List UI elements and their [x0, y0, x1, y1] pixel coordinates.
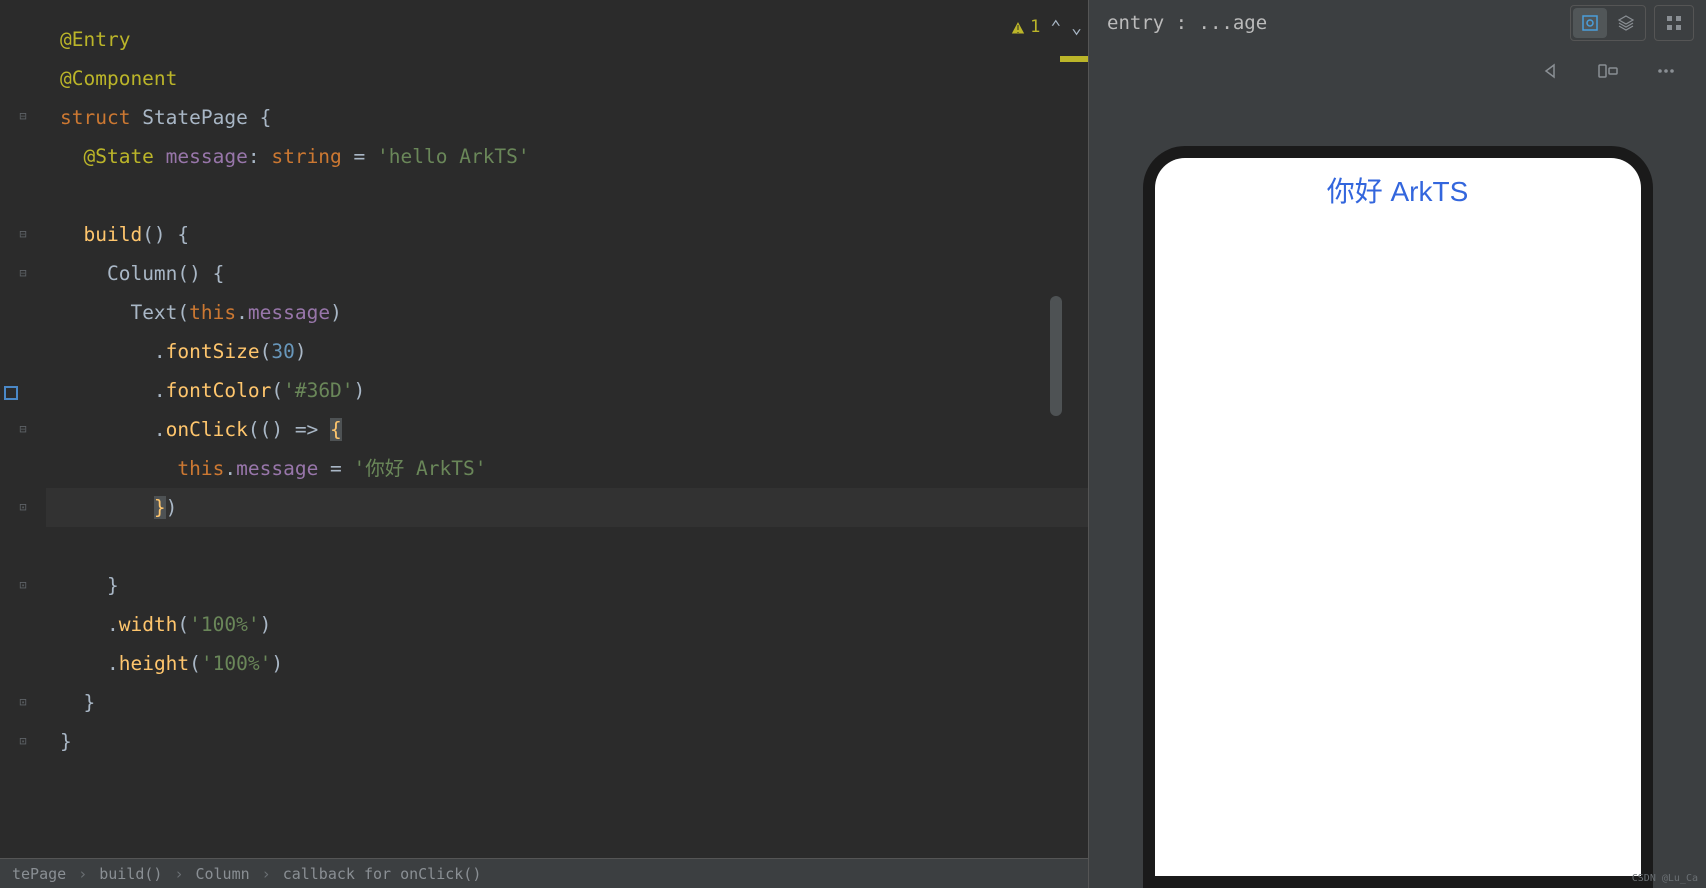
code-token: . — [224, 457, 236, 480]
code-token: . — [154, 379, 166, 402]
breakpoint-icon[interactable] — [4, 386, 18, 400]
code-token: . — [107, 652, 119, 675]
code-token: fontColor — [166, 379, 272, 402]
chevron-right-icon: › — [262, 865, 271, 883]
code-token: '#36D' — [283, 379, 353, 402]
inspector-button[interactable] — [1573, 8, 1607, 38]
triangle-left-icon — [1540, 61, 1560, 81]
code-token: } — [83, 691, 95, 714]
code-token: '100%' — [189, 613, 259, 636]
rotate-button[interactable] — [1590, 53, 1626, 89]
code-token: fontSize — [166, 340, 260, 363]
fold-icon[interactable]: ⊡ — [17, 696, 29, 708]
code-token: ( — [189, 652, 201, 675]
breadcrumb-item[interactable]: Column — [195, 865, 249, 883]
code-token: '100%' — [201, 652, 271, 675]
code-token: ) — [271, 652, 283, 675]
preview-text: 你好 ArkTS — [1327, 170, 1469, 876]
chevron-right-icon: › — [174, 865, 183, 883]
code-token: ) — [295, 340, 307, 363]
code-token: = — [318, 457, 353, 480]
back-button[interactable] — [1532, 53, 1568, 89]
device-frame: 你好 ArkTS — [1143, 146, 1653, 888]
chevron-right-icon: › — [78, 865, 87, 883]
code-editor[interactable]: @Entry @Component struct StatePage { @St… — [46, 0, 1088, 888]
code-token: () { — [177, 262, 224, 285]
more-button[interactable] — [1648, 53, 1684, 89]
code-token: { — [330, 418, 342, 441]
code-token: Text — [130, 301, 177, 324]
code-token: width — [119, 613, 178, 636]
code-token: ) — [330, 301, 342, 324]
grid-icon — [1665, 14, 1683, 32]
code-token: this — [189, 301, 236, 324]
layers-button[interactable] — [1609, 8, 1643, 38]
code-token: this — [177, 457, 224, 480]
code-token: ) — [354, 379, 366, 402]
breadcrumb-item[interactable]: tePage — [12, 865, 66, 883]
code-token: = — [342, 145, 377, 168]
fold-icon[interactable]: ⊟ — [17, 267, 29, 279]
code-editor-panel: ⊟ ⊟ ⊟ ⊟ 💡 ⊡ ⊡ ⊡ ⊡ @Entry @Component stru… — [0, 0, 1088, 888]
code-token: ( — [177, 301, 189, 324]
code-token: } — [107, 574, 119, 597]
grid-button[interactable] — [1657, 8, 1691, 38]
code-token: ) — [260, 613, 272, 636]
breadcrumb: tePage › build() › Column › callback for… — [0, 858, 1088, 888]
code-token: } — [60, 730, 72, 753]
inspector-icon — [1581, 14, 1599, 32]
watermark: CSDN @Lu_Ca — [1632, 873, 1698, 884]
code-token: () { — [142, 223, 189, 246]
code-token: build — [83, 223, 142, 246]
fold-icon[interactable]: ⊟ — [17, 228, 29, 240]
fold-icon[interactable]: ⊟ — [17, 423, 29, 435]
preview-title: entry : ...age — [1101, 12, 1562, 34]
code-token: . — [154, 340, 166, 363]
code-token: . — [236, 301, 248, 324]
code-token: string — [260, 145, 342, 168]
preview-header: entry : ...age — [1089, 0, 1706, 46]
fold-icon[interactable]: ⊟ — [17, 110, 29, 122]
code-token: '你好 ArkTS' — [354, 457, 487, 480]
code-token: StatePage — [142, 106, 248, 129]
layers-icon — [1617, 14, 1635, 32]
code-token: @Component — [60, 67, 177, 90]
code-token: Column — [107, 262, 177, 285]
rotate-device-icon — [1597, 61, 1619, 81]
code-token: } — [154, 496, 166, 519]
device-screen[interactable]: 你好 ArkTS — [1155, 158, 1641, 876]
code-token: . — [154, 418, 166, 441]
code-token: : — [248, 145, 260, 168]
fold-icon[interactable]: ⊡ — [17, 501, 29, 513]
code-token: (() => — [248, 418, 330, 441]
code-token: @Entry — [60, 28, 130, 51]
code-token: ( — [271, 379, 283, 402]
code-token: struct — [60, 106, 130, 129]
code-token: ( — [260, 340, 272, 363]
code-token: height — [119, 652, 189, 675]
code-token: . — [107, 613, 119, 636]
preview-toolbar-group — [1570, 5, 1646, 41]
code-token: message — [236, 457, 318, 480]
editor-gutter: ⊟ ⊟ ⊟ ⊟ 💡 ⊡ ⊡ ⊡ ⊡ — [0, 0, 46, 888]
preview-panel: entry : ...age 你好 ArkTS — [1088, 0, 1706, 888]
breadcrumb-item[interactable]: build() — [99, 865, 162, 883]
fold-icon[interactable]: ⊡ — [17, 579, 29, 591]
code-token: 'hello ArkTS' — [377, 145, 530, 168]
more-horizontal-icon — [1656, 61, 1676, 81]
code-token: ( — [177, 613, 189, 636]
breadcrumb-item[interactable]: callback for onClick() — [283, 865, 482, 883]
preview-subheader — [1089, 46, 1706, 96]
code-token: onClick — [166, 418, 248, 441]
code-token: message — [154, 145, 248, 168]
fold-icon[interactable]: ⊡ — [17, 735, 29, 747]
code-token: ) — [166, 496, 178, 519]
code-token: { — [248, 106, 271, 129]
code-token: 30 — [271, 340, 294, 363]
preview-device-area: 你好 ArkTS — [1089, 96, 1706, 888]
code-token: @State — [83, 145, 153, 168]
code-token: message — [248, 301, 330, 324]
preview-toolbar-group-2 — [1654, 5, 1694, 41]
